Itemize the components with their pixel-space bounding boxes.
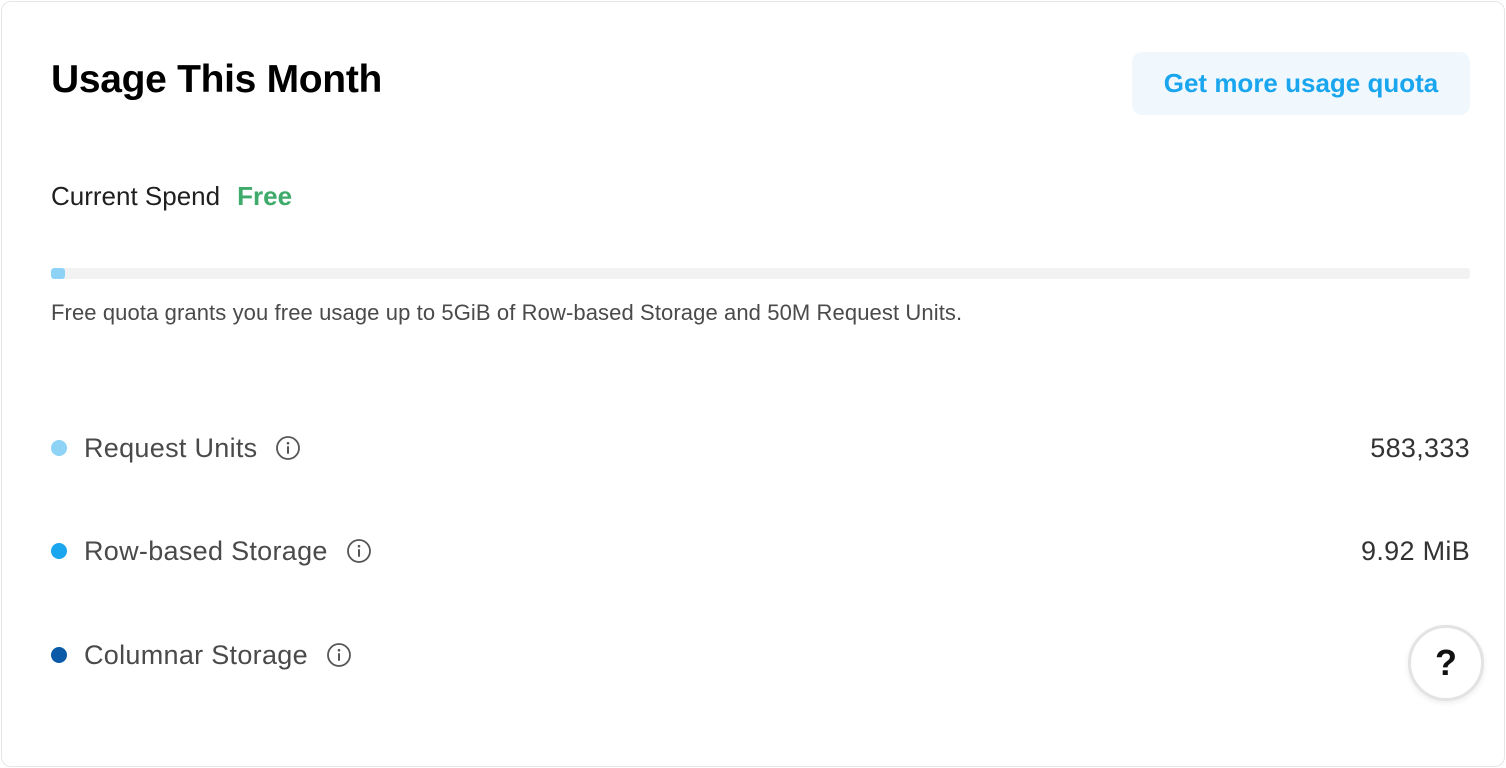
get-more-quota-button[interactable]: Get more usage quota [1132, 52, 1470, 115]
metric-value: 583,333 [1370, 432, 1470, 463]
current-spend-value: Free [237, 180, 293, 211]
columnar-storage-dot [51, 647, 67, 663]
metric-value: 9.92 MiB [1361, 535, 1470, 566]
help-icon: ? [1435, 642, 1457, 683]
usage-card: Usage This Month Get more usage quota Cu… [1, 1, 1505, 767]
request-units-dot [51, 440, 67, 456]
metric-label: Row-based Storage [84, 535, 328, 566]
help-button[interactable]: ? [1408, 625, 1484, 701]
current-spend: Current Spend Free [51, 178, 292, 214]
info-icon[interactable] [346, 538, 372, 564]
page-title: Usage This Month [51, 58, 383, 101]
info-icon[interactable] [275, 435, 301, 461]
current-spend-label: Current Spend [51, 180, 221, 211]
metric-label: Columnar Storage [84, 639, 308, 670]
metric-request-units: Request Units 583,333 [51, 428, 1470, 468]
metric-label: Request Units [84, 432, 258, 463]
metric-columnar-storage: Columnar Storage 0 [51, 635, 1470, 675]
free-quota-note: Free quota grants you free usage up to 5… [51, 300, 963, 325]
usage-progress-bar [51, 268, 1470, 279]
metric-row-based-storage: Row-based Storage 9.92 MiB [51, 531, 1470, 571]
usage-progress-fill [51, 268, 66, 279]
info-icon[interactable] [326, 642, 352, 668]
row-based-storage-dot [51, 543, 67, 559]
